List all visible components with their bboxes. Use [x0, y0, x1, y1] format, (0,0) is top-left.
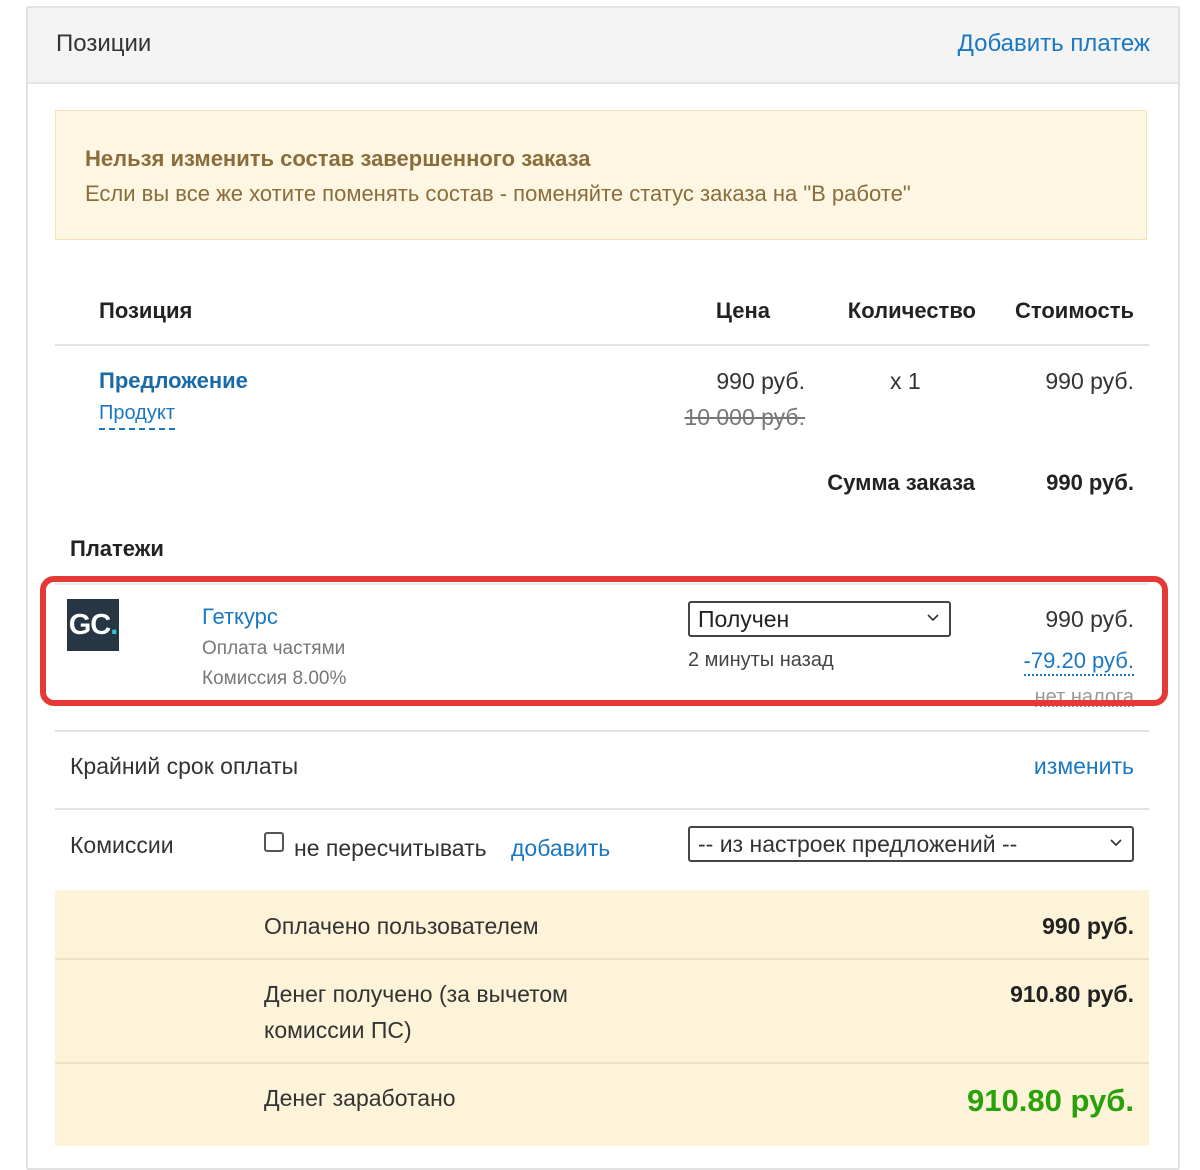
alert-title: Нельзя изменить состав завершенного зака…: [85, 146, 591, 171]
product-type-link[interactable]: Продукт: [99, 402, 175, 430]
commission-source-select[interactable]: -- из настроек предложений --: [688, 826, 1134, 862]
alert-text: Если вы все же хотите поменять состав - …: [85, 181, 911, 206]
warning-alert: Нельзя изменить состав завершенного зака…: [55, 110, 1147, 240]
summary-divider: [55, 1062, 1149, 1064]
order-total-label: Сумма заказа: [827, 470, 975, 495]
money-received-value: 910.80 руб.: [1010, 981, 1134, 1007]
summary-divider: [55, 958, 1149, 960]
paid-by-user-value: 990 руб.: [1042, 913, 1134, 939]
payments-title: Платежи: [70, 536, 164, 561]
paid-by-user-label: Оплачено пользователем: [264, 913, 539, 939]
change-deadline-link[interactable]: изменить: [1034, 753, 1134, 780]
money-earned-value: 910.80 руб.: [967, 1083, 1134, 1118]
column-header-price: Цена: [715, 298, 770, 323]
column-header-quantity: Количество: [847, 298, 976, 323]
column-header-cost: Стоимость: [1014, 298, 1134, 323]
no-recalculate-label: не пересчитывать: [294, 835, 487, 861]
product-title-link[interactable]: Предложение: [99, 368, 248, 394]
column-header-position: Позиция: [99, 298, 193, 323]
deadline-bottom-divider: [55, 808, 1149, 810]
deadline-top-divider: [55, 730, 1149, 732]
chevron-down-icon: [1110, 839, 1122, 847]
highlight-frame: [40, 576, 1168, 706]
table-header-divider: [55, 344, 1149, 346]
commissions-label: Комиссии: [70, 832, 174, 858]
order-summary: Оплачено пользователем 990 руб. Денег по…: [55, 890, 1149, 1146]
no-recalculate-checkbox[interactable]: [264, 832, 284, 852]
money-received-label-line2: комиссии ПС): [264, 1017, 412, 1043]
money-earned-label: Денег заработано: [264, 1085, 456, 1111]
panel-title: Позиции: [56, 30, 152, 57]
commission-source-value: -- из настроек предложений --: [698, 831, 1018, 857]
payment-deadline-label: Крайний срок оплаты: [70, 753, 299, 779]
add-payment-link[interactable]: Добавить платеж: [958, 30, 1150, 58]
row-quantity: x 1: [890, 368, 921, 394]
add-commission-link[interactable]: добавить: [511, 835, 610, 862]
money-received-label-line1: Денег получено (за вычетом: [264, 981, 568, 1007]
row-cost: 990 руб.: [1045, 368, 1134, 394]
panel-header: Позиции Добавить платеж: [28, 8, 1178, 84]
row-old-price: 10 000 руб.: [684, 404, 805, 430]
order-total-value: 990 руб.: [1046, 470, 1134, 495]
row-price: 990 руб.: [716, 368, 805, 394]
